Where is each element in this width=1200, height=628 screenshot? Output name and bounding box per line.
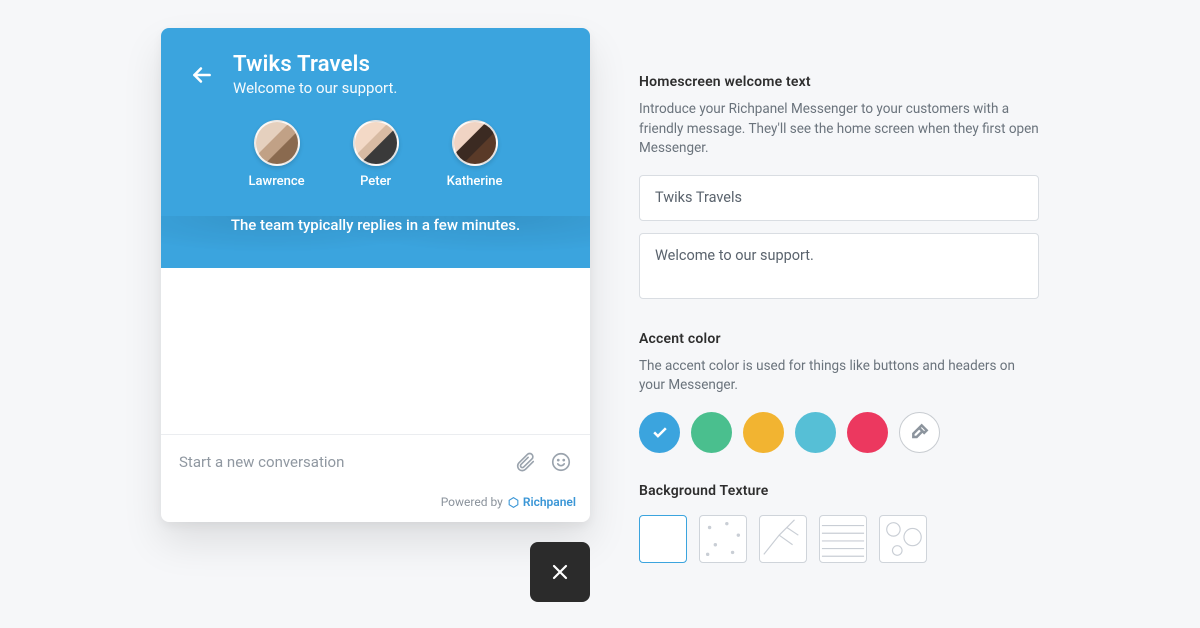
agent-name: Lawrence bbox=[249, 174, 305, 189]
section-title-welcome: Homescreen welcome text bbox=[639, 74, 1039, 90]
welcome-title-input[interactable] bbox=[639, 175, 1039, 221]
powered-by-label: Powered by bbox=[441, 495, 503, 509]
section-desc-welcome: Introduce your Richpanel Messenger to yo… bbox=[639, 100, 1039, 159]
close-button[interactable] bbox=[530, 542, 590, 602]
messenger-footer: Powered by Richpanel bbox=[161, 488, 590, 522]
accent-swatch-yellow[interactable] bbox=[743, 412, 784, 453]
messenger-subtitle: Welcome to our support. bbox=[233, 79, 397, 97]
compose-input[interactable]: Start a new conversation bbox=[179, 453, 500, 471]
messenger-body bbox=[161, 268, 590, 434]
compose-bar: Start a new conversation bbox=[161, 434, 590, 488]
section-title-accent: Accent color bbox=[639, 331, 1039, 347]
eyedropper-icon bbox=[910, 422, 930, 442]
avatar bbox=[353, 120, 399, 166]
texture-option-lines[interactable] bbox=[819, 515, 867, 563]
agent-row: Lawrence Peter Katherine bbox=[161, 120, 590, 189]
check-icon bbox=[650, 422, 670, 442]
accent-swatch-green[interactable] bbox=[691, 412, 732, 453]
back-arrow-icon[interactable] bbox=[189, 62, 215, 88]
messenger-header: Twiks Travels Welcome to our support. La… bbox=[161, 28, 590, 268]
agent-name: Katherine bbox=[447, 174, 503, 189]
settings-panel: Homescreen welcome text Introduce your R… bbox=[639, 74, 1039, 563]
texture-option-none[interactable] bbox=[639, 515, 687, 563]
agent-name: Peter bbox=[360, 174, 391, 189]
texture-option-bubbles[interactable] bbox=[879, 515, 927, 563]
messenger-preview: Twiks Travels Welcome to our support. La… bbox=[161, 28, 590, 522]
avatar bbox=[452, 120, 498, 166]
accent-swatch-teal[interactable] bbox=[795, 412, 836, 453]
agent-card: Peter bbox=[353, 120, 399, 189]
accent-swatch-row bbox=[639, 412, 1039, 453]
messenger-title: Twiks Travels bbox=[233, 52, 397, 77]
accent-swatch-custom[interactable] bbox=[899, 412, 940, 453]
brand-link[interactable]: Richpanel bbox=[507, 495, 576, 509]
reply-time-line: The team typically replies in a few minu… bbox=[161, 216, 590, 234]
brand-name: Richpanel bbox=[523, 495, 576, 509]
agent-card: Lawrence bbox=[249, 120, 305, 189]
paperclip-icon[interactable] bbox=[514, 451, 536, 473]
accent-swatch-blue[interactable] bbox=[639, 412, 680, 453]
section-desc-accent: The accent color is used for things like… bbox=[639, 357, 1039, 396]
section-title-texture: Background Texture bbox=[639, 483, 1039, 499]
texture-option-dots[interactable] bbox=[699, 515, 747, 563]
accent-swatch-red[interactable] bbox=[847, 412, 888, 453]
welcome-body-textarea[interactable] bbox=[639, 233, 1039, 299]
avatar bbox=[254, 120, 300, 166]
smiley-icon[interactable] bbox=[550, 451, 572, 473]
messenger-title-block: Twiks Travels Welcome to our support. bbox=[233, 52, 397, 97]
texture-option-branches[interactable] bbox=[759, 515, 807, 563]
agent-card: Katherine bbox=[447, 120, 503, 189]
texture-row bbox=[639, 515, 1039, 563]
